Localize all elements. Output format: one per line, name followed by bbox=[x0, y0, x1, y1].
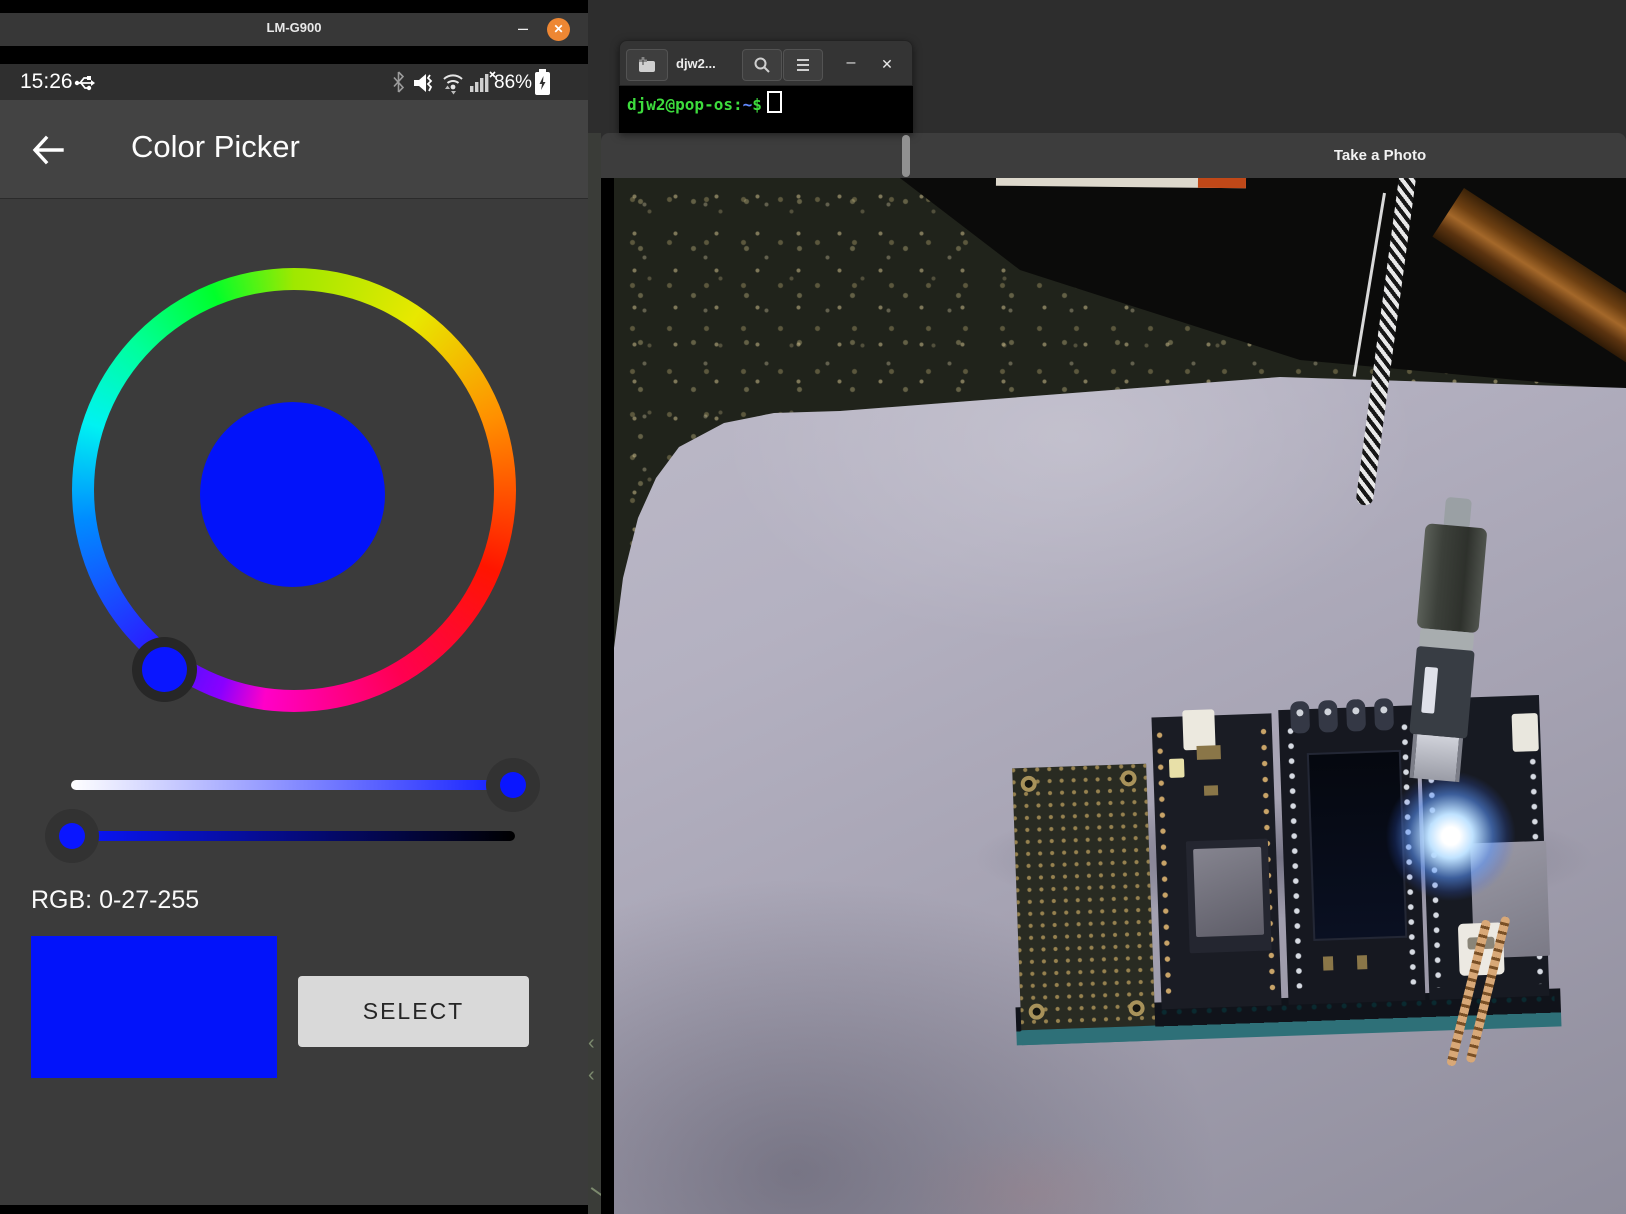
search-button[interactable] bbox=[742, 49, 782, 81]
phone-close-button[interactable]: ✕ bbox=[547, 18, 570, 41]
usb-adapter-slot bbox=[1421, 667, 1438, 714]
mute-icon bbox=[412, 71, 438, 95]
orange-box-edge bbox=[1198, 178, 1246, 188]
solder-pad bbox=[1357, 955, 1367, 969]
hamburger-menu-icon bbox=[795, 58, 811, 72]
color-picker-body: RGB: 0-27-255 SELECT bbox=[0, 199, 588, 1205]
prompt-path: ~ bbox=[743, 95, 753, 114]
smd-chip bbox=[1204, 785, 1218, 795]
mount-pad bbox=[1318, 700, 1338, 733]
prompt-symbol: $ bbox=[752, 95, 762, 114]
camera-window: Take a Photo bbox=[601, 133, 1626, 1214]
terminal-window: djw2... – ✕ djw2@pop-os:~$ bbox=[619, 40, 913, 133]
app-header: Color Picker bbox=[0, 100, 588, 199]
feather-board bbox=[1151, 713, 1281, 1009]
phone-window-titlebar[interactable]: LM-G900 – ✕ bbox=[0, 13, 588, 46]
terminal-close-button[interactable]: ✕ bbox=[872, 49, 902, 79]
wallpaper-chevron: ‹ bbox=[588, 1065, 595, 1085]
phone-minimize-button[interactable]: – bbox=[508, 13, 538, 46]
hue-knob[interactable] bbox=[132, 637, 197, 702]
mount-pad bbox=[1346, 699, 1366, 732]
usb-icon bbox=[74, 72, 96, 94]
terminal-title: djw2... bbox=[676, 56, 716, 71]
phone-mirror-window: LM-G900 – ✕ 15:26 bbox=[0, 0, 588, 1214]
pin-header bbox=[1285, 723, 1305, 988]
desktop: LM-G900 – ✕ 15:26 bbox=[0, 0, 1626, 1214]
color-swatch bbox=[31, 936, 277, 1078]
screw-hole bbox=[1128, 1000, 1145, 1017]
search-icon bbox=[753, 56, 771, 74]
perfboard bbox=[1012, 764, 1155, 1031]
white-connector bbox=[1512, 713, 1539, 752]
new-tab-button[interactable] bbox=[626, 49, 668, 81]
screw-hole bbox=[1028, 1003, 1045, 1020]
value-slider-track[interactable] bbox=[71, 831, 515, 841]
phone-window-title: LM-G900 bbox=[0, 20, 588, 35]
menu-button[interactable] bbox=[783, 49, 823, 81]
prompt-user-host: djw2@pop-os bbox=[627, 95, 733, 114]
camera-view bbox=[601, 178, 1626, 1214]
usb-adapter-body bbox=[1409, 646, 1474, 739]
saturation-knob[interactable] bbox=[500, 772, 526, 798]
wallpaper-chevron: ‹ bbox=[588, 1033, 595, 1053]
perfboard-edge bbox=[1021, 1026, 1155, 1046]
android-status-bar: 15:26 bbox=[0, 64, 588, 100]
bluetooth-icon bbox=[392, 71, 405, 93]
terminal-titlebar[interactable]: djw2... – ✕ bbox=[619, 40, 913, 86]
usb-connector-body bbox=[1417, 523, 1488, 633]
mount-pad bbox=[1374, 698, 1394, 731]
screw-hole bbox=[1120, 770, 1137, 787]
saturation-slider-track[interactable] bbox=[71, 780, 523, 790]
wallpaper-line bbox=[591, 1187, 601, 1197]
mount-pad bbox=[1290, 701, 1310, 734]
status-led bbox=[1169, 758, 1185, 778]
blue-led-glow bbox=[1384, 769, 1518, 903]
hue-knob-dot bbox=[142, 647, 187, 692]
solder-pad bbox=[1323, 956, 1333, 970]
jst-connector bbox=[1182, 709, 1215, 750]
radio-module bbox=[1186, 839, 1272, 954]
terminal-cursor bbox=[767, 91, 782, 113]
hue-wheel[interactable] bbox=[72, 268, 516, 712]
radio-module-shield bbox=[1193, 847, 1264, 937]
cable-strain-relief bbox=[1444, 497, 1472, 527]
selected-color-circle bbox=[200, 402, 385, 587]
take-a-photo-label[interactable]: Take a Photo bbox=[1310, 147, 1450, 164]
shell-prompt: djw2@pop-os:~$ bbox=[627, 91, 782, 114]
signal-icon bbox=[470, 71, 496, 93]
usb-plug bbox=[1409, 734, 1463, 782]
select-button[interactable]: SELECT bbox=[298, 976, 529, 1047]
camera-photo bbox=[614, 178, 1626, 1214]
wallpaper-gap-strip: ‹ ‹ bbox=[588, 133, 601, 1214]
battery-icon bbox=[534, 69, 551, 96]
prompt-separator: : bbox=[733, 95, 743, 114]
rgb-value-label: RGB: 0-27-255 bbox=[31, 886, 199, 915]
terminal-minimize-button[interactable]: – bbox=[838, 49, 864, 77]
terminal-body[interactable]: djw2@pop-os:~$ bbox=[619, 86, 913, 133]
back-arrow-icon[interactable] bbox=[28, 130, 68, 170]
battery-percent-label: 86% bbox=[494, 72, 532, 94]
new-terminal-icon bbox=[637, 56, 657, 74]
status-time: 15:26 bbox=[20, 70, 73, 94]
wifi-icon bbox=[440, 70, 466, 95]
smd-chip bbox=[1196, 745, 1220, 760]
screw-hole bbox=[1020, 776, 1037, 793]
terminal-scrollbar[interactable] bbox=[902, 135, 910, 177]
camera-titlebar[interactable]: Take a Photo bbox=[601, 133, 1626, 178]
value-knob[interactable] bbox=[59, 823, 85, 849]
select-button-label: SELECT bbox=[363, 998, 464, 1025]
page-title: Color Picker bbox=[131, 129, 300, 165]
